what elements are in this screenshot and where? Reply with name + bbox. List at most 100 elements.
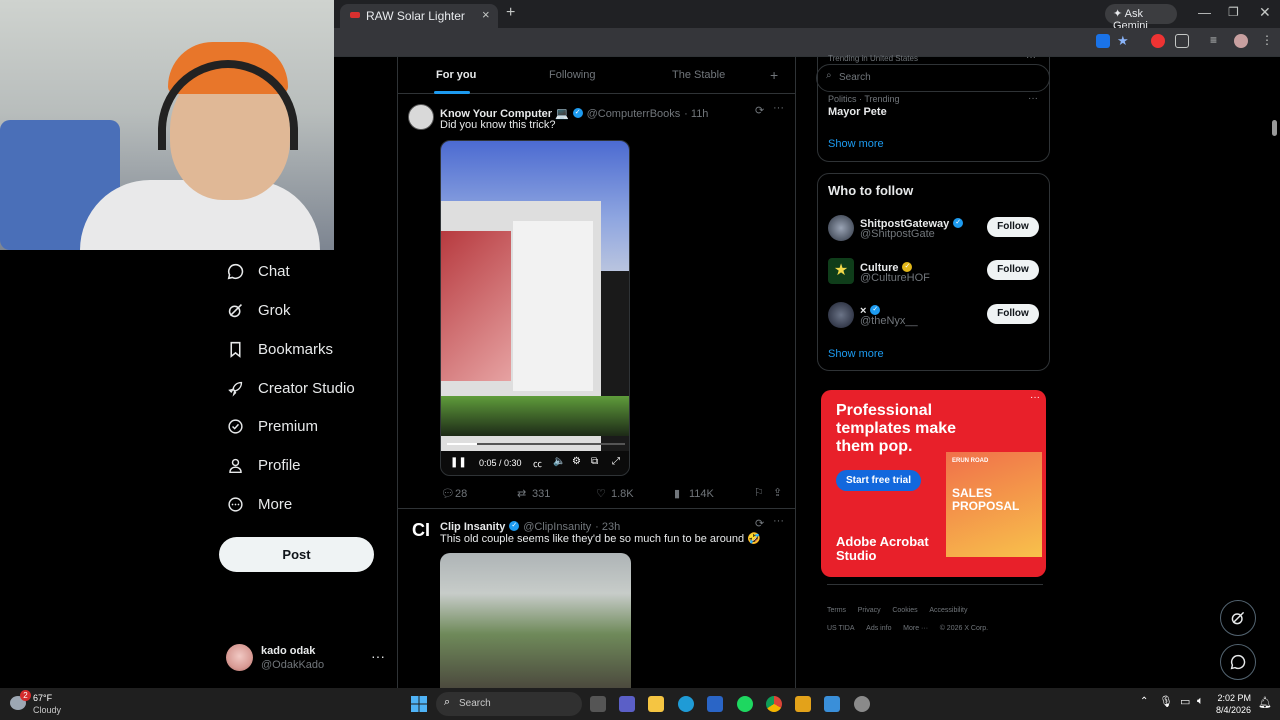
new-tab-button[interactable]: +: [506, 4, 515, 22]
bookmark-post-icon[interactable]: ⚐: [754, 486, 764, 499]
suggestion-avatar-star-icon[interactable]: ★: [828, 258, 854, 284]
account-avatar[interactable]: [226, 644, 253, 671]
profile-avatar-icon[interactable]: [1234, 34, 1248, 48]
maximize-button[interactable]: ❐: [1228, 5, 1239, 19]
post-button[interactable]: Post: [219, 537, 374, 572]
teams-icon[interactable]: [619, 696, 635, 712]
extension-record-icon[interactable]: [1151, 34, 1165, 48]
footer-link[interactable]: Cookies: [892, 607, 917, 614]
clock-time[interactable]: 2:02 PM: [1217, 693, 1251, 703]
extensions-puzzle-icon[interactable]: [1175, 34, 1189, 48]
spotify-icon[interactable]: [737, 696, 753, 712]
trend-more-icon[interactable]: ···: [1028, 93, 1038, 104]
paint-icon[interactable]: [824, 696, 840, 712]
browser-tab[interactable]: RAW Solar Lighter ×: [340, 4, 498, 28]
clock-date[interactable]: 8/4/2026: [1213, 705, 1251, 715]
footer-link[interactable]: More ···: [903, 625, 928, 632]
tab-the-stable[interactable]: The Stable: [672, 69, 725, 81]
follow-button[interactable]: Follow: [987, 260, 1039, 280]
ask-gemini-button[interactable]: ✦ Ask Gemini: [1105, 4, 1177, 32]
tab-following[interactable]: Following: [549, 69, 595, 81]
store-icon[interactable]: [707, 696, 723, 712]
microphone-icon[interactable]: 🎙︎: [1159, 695, 1173, 708]
post-text: This old couple seems like they'd be so …: [440, 533, 761, 545]
show-more-link[interactable]: Show more: [828, 138, 884, 150]
power-automate-icon[interactable]: [795, 696, 811, 712]
reply-icon[interactable]: 💬︎: [441, 487, 455, 500]
volume-icon[interactable]: 🔈: [553, 456, 565, 467]
trending-panel-more-icon[interactable]: ···: [1026, 52, 1036, 63]
install-app-icon[interactable]: [1096, 34, 1110, 48]
post-avatar[interactable]: CI: [408, 517, 434, 543]
post-time[interactable]: · 11h: [684, 108, 708, 120]
reading-list-icon[interactable]: ≡: [1210, 33, 1217, 47]
volume-icon[interactable]: 🔈︎: [1197, 695, 1204, 708]
ad-more-icon[interactable]: ···: [1030, 392, 1040, 403]
trend-title[interactable]: Mayor Pete: [828, 106, 887, 118]
notification-bell-icon[interactable]: 🔔︎: [1258, 696, 1272, 709]
ad-card[interactable]: Professional templates make them pop. St…: [821, 390, 1046, 577]
post-more-icon[interactable]: ···: [773, 515, 784, 527]
obs-icon[interactable]: [854, 696, 870, 712]
footer-link[interactable]: Terms: [827, 607, 846, 614]
browser-menu-icon[interactable]: ⋮: [1261, 33, 1273, 47]
search-input[interactable]: ⌕ Search: [816, 64, 1050, 92]
follow-button[interactable]: Follow: [987, 304, 1039, 324]
video-controls: ❚❚ 0:05 / 0:30 ㏄ 🔈 ⚙ ⧉ ⤢: [441, 451, 629, 475]
grok-post-icon[interactable]: ⟳: [755, 517, 764, 530]
bookmark-star-icon[interactable]: ★: [1117, 33, 1129, 49]
nav-premium[interactable]: Premium: [226, 413, 318, 439]
footer-link[interactable]: Accessibility: [929, 607, 967, 614]
start-free-trial-button[interactable]: Start free trial: [836, 470, 921, 491]
nav-creator-studio[interactable]: Creator Studio: [226, 375, 355, 401]
fullscreen-icon[interactable]: ⤢: [612, 456, 620, 467]
edge-icon[interactable]: [678, 696, 694, 712]
task-view-icon[interactable]: [590, 696, 606, 712]
page-scrollbar[interactable]: [1272, 120, 1277, 136]
like-icon[interactable]: ♡: [596, 487, 606, 500]
nav-profile[interactable]: Profile: [226, 452, 301, 478]
show-more-link[interactable]: Show more: [828, 348, 884, 360]
tab-close-icon[interactable]: ×: [482, 7, 490, 22]
messages-float-button[interactable]: [1220, 644, 1256, 680]
grok-float-button[interactable]: [1220, 600, 1256, 636]
follow-button[interactable]: Follow: [987, 217, 1039, 237]
nav-bookmarks[interactable]: Bookmarks: [226, 336, 333, 362]
pause-icon[interactable]: ❚❚: [450, 457, 467, 468]
suggestion-avatar[interactable]: [828, 302, 854, 328]
nav-more[interactable]: More: [226, 491, 292, 517]
suggestion-avatar[interactable]: [828, 215, 854, 241]
windows-start-icon[interactable]: [411, 696, 427, 712]
footer-link[interactable]: Ads info: [866, 625, 891, 632]
close-window-button[interactable]: ✕: [1259, 4, 1271, 21]
add-tab-icon[interactable]: +: [770, 67, 778, 83]
grok-post-icon[interactable]: ⟳: [755, 104, 764, 117]
network-icon[interactable]: ▭: [1180, 695, 1190, 708]
captions-icon[interactable]: ㏄: [533, 457, 542, 470]
post-avatar[interactable]: [408, 104, 434, 130]
taskbar-search-input[interactable]: ⌕ Search: [436, 692, 582, 716]
weather-temp[interactable]: 67°F: [33, 693, 52, 703]
file-explorer-icon[interactable]: [648, 696, 664, 712]
nav-chat[interactable]: Chat: [226, 258, 290, 284]
account-name[interactable]: kado odak: [261, 645, 315, 657]
minimize-button[interactable]: —: [1198, 5, 1211, 20]
settings-gear-icon[interactable]: ⚙: [572, 456, 581, 467]
tab-for-you[interactable]: For you: [436, 69, 476, 81]
footer-link[interactable]: Privacy: [858, 607, 881, 614]
picture-in-picture-icon[interactable]: ⧉: [591, 456, 598, 467]
view-count: 114K: [689, 488, 714, 500]
post-more-icon[interactable]: ···: [773, 102, 784, 114]
nav-grok[interactable]: Grok: [226, 297, 291, 323]
post-video[interactable]: ❚❚ 0:05 / 0:30 ㏄ 🔈 ⚙ ⧉ ⤢: [440, 140, 630, 476]
repost-icon[interactable]: ⇄: [517, 487, 526, 500]
share-icon[interactable]: ⇪: [773, 486, 782, 499]
post-author-handle[interactable]: @ComputerrBooks: [587, 108, 681, 120]
search-icon: ⌕: [826, 70, 832, 81]
footer-link[interactable]: US TIDA: [827, 625, 855, 632]
views-icon[interactable]: ▮: [674, 487, 680, 500]
post-image[interactable]: [440, 553, 631, 688]
tray-chevron-icon[interactable]: ⌃: [1140, 696, 1148, 707]
chrome-icon[interactable]: [766, 696, 782, 712]
account-more-icon[interactable]: ···: [371, 648, 385, 664]
